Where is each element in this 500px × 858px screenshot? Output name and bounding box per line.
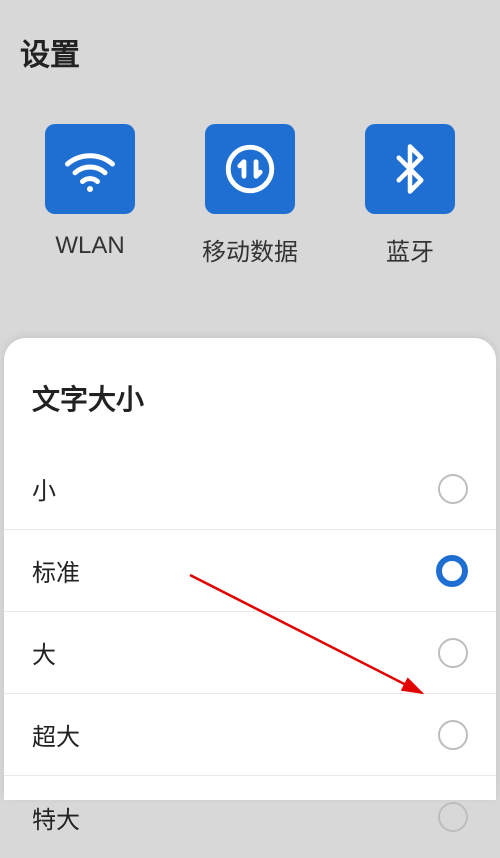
quick-settings-row: WLAN 移动数据 蓝牙 <box>0 94 500 287</box>
font-size-option-large[interactable]: 大 <box>4 612 496 694</box>
quick-tile-label: 移动数据 <box>202 232 298 267</box>
quick-tile-wlan[interactable]: WLAN <box>20 124 160 267</box>
font-size-option-standard[interactable]: 标准 <box>4 530 496 612</box>
quick-tile-label: 蓝牙 <box>386 232 434 267</box>
option-label: 标准 <box>32 553 80 588</box>
page-title: 设置 <box>20 30 480 74</box>
quick-tile-mobile-data[interactable]: 移动数据 <box>180 124 320 267</box>
radio-icon <box>438 474 468 504</box>
radio-icon <box>438 638 468 668</box>
radio-icon <box>438 720 468 750</box>
panel-title: 文字大小 <box>4 338 496 448</box>
font-size-option-xxlarge[interactable]: 特大 <box>4 776 496 858</box>
radio-selected-icon <box>436 555 468 587</box>
wifi-icon <box>45 124 135 214</box>
radio-icon <box>438 802 468 832</box>
option-label: 超大 <box>32 717 80 752</box>
option-label: 大 <box>32 635 56 670</box>
font-size-option-small[interactable]: 小 <box>4 448 496 530</box>
option-label: 特大 <box>32 800 80 835</box>
settings-header: 设置 <box>0 0 500 94</box>
bluetooth-icon <box>365 124 455 214</box>
option-label: 小 <box>32 471 56 506</box>
font-size-panel: 文字大小 小 标准 大 超大 特大 <box>4 338 496 800</box>
quick-tile-label: WLAN <box>55 232 124 260</box>
font-size-option-xlarge[interactable]: 超大 <box>4 694 496 776</box>
quick-tile-bluetooth[interactable]: 蓝牙 <box>340 124 480 267</box>
data-transfer-icon <box>205 124 295 214</box>
